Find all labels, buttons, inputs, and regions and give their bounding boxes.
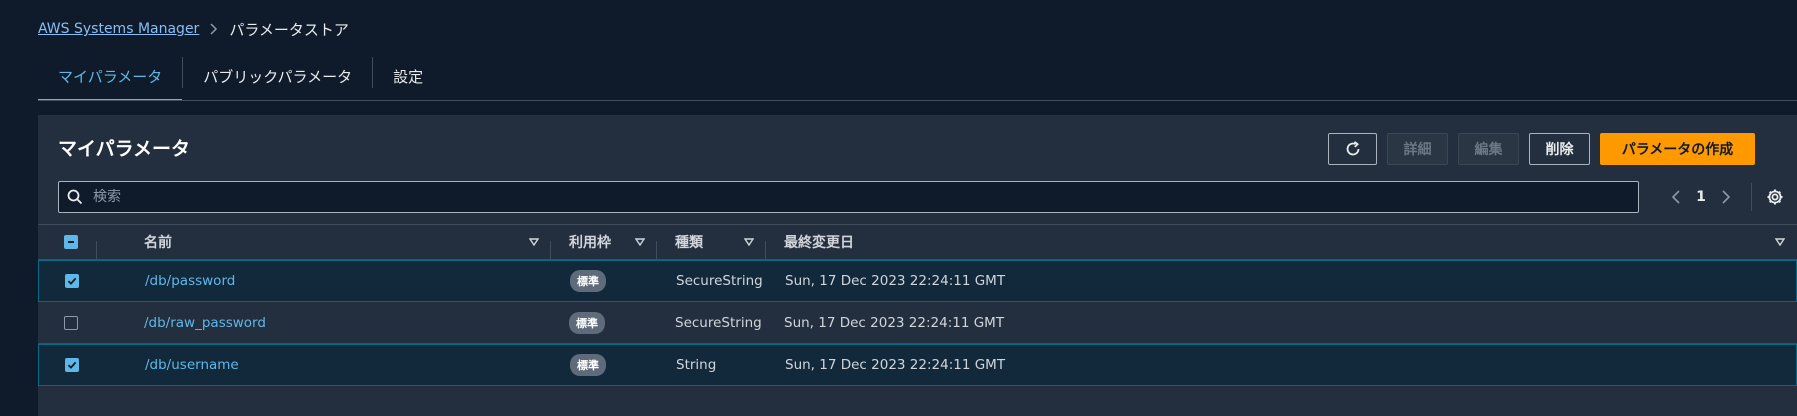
previous-page-button[interactable] xyxy=(1663,190,1689,204)
select-all-checkbox[interactable] xyxy=(64,235,78,249)
column-header-last-modified[interactable]: 最終変更日 xyxy=(766,232,1797,252)
table-row[interactable]: /db/raw_password 標準 SecureString Sun, 17… xyxy=(38,302,1797,344)
refresh-icon xyxy=(1344,140,1362,158)
tab-list: マイパラメータ パブリックパラメータ 設定 xyxy=(38,52,443,101)
preferences-button[interactable] xyxy=(1766,188,1784,206)
breadcrumb: AWS Systems Manager パラメータストア xyxy=(38,19,349,39)
create-parameter-button[interactable]: パラメータの作成 xyxy=(1600,133,1755,165)
tier-badge: 標準 xyxy=(570,354,606,376)
tab-label: パブリックパラメータ xyxy=(203,68,353,86)
table-row[interactable]: /db/username 標準 String Sun, 17 Dec 2023 … xyxy=(38,344,1797,386)
type-cell: SecureString xyxy=(676,273,763,289)
page: AWS Systems Manager パラメータストア マイパラメータ パブリ… xyxy=(0,0,1797,416)
caret-down-icon[interactable] xyxy=(1775,238,1785,246)
chevron-right-icon xyxy=(1722,190,1730,204)
row-checkbox[interactable] xyxy=(64,315,78,330)
caret-down-icon[interactable] xyxy=(529,238,539,246)
row-select-cell xyxy=(38,315,96,330)
last-modified-cell: Sun, 17 Dec 2023 22:24:11 GMT xyxy=(784,314,1005,331)
type-cell: String xyxy=(676,357,717,373)
tab-my-parameters[interactable]: マイパラメータ xyxy=(38,52,183,101)
caret-down-icon[interactable] xyxy=(635,238,645,246)
view-details-button[interactable]: 詳細 xyxy=(1387,133,1448,165)
tier-cell: 標準 xyxy=(551,311,657,334)
tier-cell: 標準 xyxy=(552,270,658,292)
gear-icon xyxy=(1766,188,1784,206)
type-cell: SecureString xyxy=(675,314,762,331)
tab-label: 設定 xyxy=(393,68,424,86)
last-modified-cell: Sun, 17 Dec 2023 22:24:11 GMT xyxy=(785,273,1006,289)
search-field[interactable] xyxy=(58,181,1639,213)
parameter-name-link[interactable]: /db/username xyxy=(145,357,239,373)
page-number[interactable]: 1 xyxy=(1689,189,1713,205)
panel-title: マイパラメータ xyxy=(58,138,191,160)
name-cell: /db/username xyxy=(97,357,552,373)
tier-badge: 標準 xyxy=(570,270,606,292)
column-header-label: 名前 xyxy=(144,235,172,251)
tab-public-parameters[interactable]: パブリックパラメータ xyxy=(183,52,372,101)
column-header-tier[interactable]: 利用枠 xyxy=(551,232,657,259)
row-select-cell xyxy=(39,274,97,288)
parameter-name-link[interactable]: /db/password xyxy=(145,273,235,289)
chevron-right-icon xyxy=(210,23,218,35)
search-input[interactable] xyxy=(91,188,1591,206)
column-header-label: 利用枠 xyxy=(569,235,611,251)
select-all-cell xyxy=(38,235,96,249)
table-row[interactable]: /db/password 標準 SecureString Sun, 17 Dec… xyxy=(38,260,1797,302)
column-header-type[interactable]: 種類 xyxy=(657,232,766,259)
column-header-name[interactable]: 名前 xyxy=(96,232,551,259)
tab-label: マイパラメータ xyxy=(58,68,163,86)
pager-divider xyxy=(1751,183,1752,211)
next-page-button[interactable] xyxy=(1713,190,1739,204)
row-checkbox[interactable] xyxy=(65,274,79,288)
tab-settings[interactable]: 設定 xyxy=(373,52,443,101)
edit-button[interactable]: 編集 xyxy=(1458,133,1519,165)
column-divider xyxy=(96,241,97,259)
column-header-label: 最終変更日 xyxy=(784,235,854,251)
row-select-cell xyxy=(39,358,97,372)
parameters-table: 名前 利用枠 種類 最終変更日 /db/password 標準 SecureSt… xyxy=(38,224,1797,386)
name-cell: /db/raw_password xyxy=(96,315,551,331)
breadcrumb-link-systems-manager[interactable]: AWS Systems Manager xyxy=(38,21,199,37)
refresh-button[interactable] xyxy=(1328,133,1377,165)
parameters-panel: マイパラメータ 詳細 編集 削除 パラメータの作成 検索 1 名前 利用枠 種類… xyxy=(38,115,1797,416)
tier-cell: 標準 xyxy=(552,354,658,376)
search-icon xyxy=(67,189,83,205)
table-header-row: 名前 利用枠 種類 最終変更日 xyxy=(38,224,1797,260)
pagination: 1 xyxy=(1663,181,1784,213)
breadcrumb-current: パラメータストア xyxy=(229,20,349,39)
row-checkbox[interactable] xyxy=(65,358,79,372)
tabs-divider-line xyxy=(38,100,1797,101)
action-toolbar: 詳細 編集 削除 パラメータの作成 xyxy=(1328,133,1755,165)
caret-down-icon[interactable] xyxy=(744,238,754,246)
parameter-name-link[interactable]: /db/raw_password xyxy=(144,315,266,331)
column-header-label: 種類 xyxy=(675,235,703,251)
tier-badge: 標準 xyxy=(569,311,605,334)
last-modified-cell: Sun, 17 Dec 2023 22:24:11 GMT xyxy=(785,357,1006,373)
delete-button[interactable]: 削除 xyxy=(1529,133,1590,165)
chevron-left-icon xyxy=(1672,190,1680,204)
name-cell: /db/password xyxy=(97,273,552,289)
